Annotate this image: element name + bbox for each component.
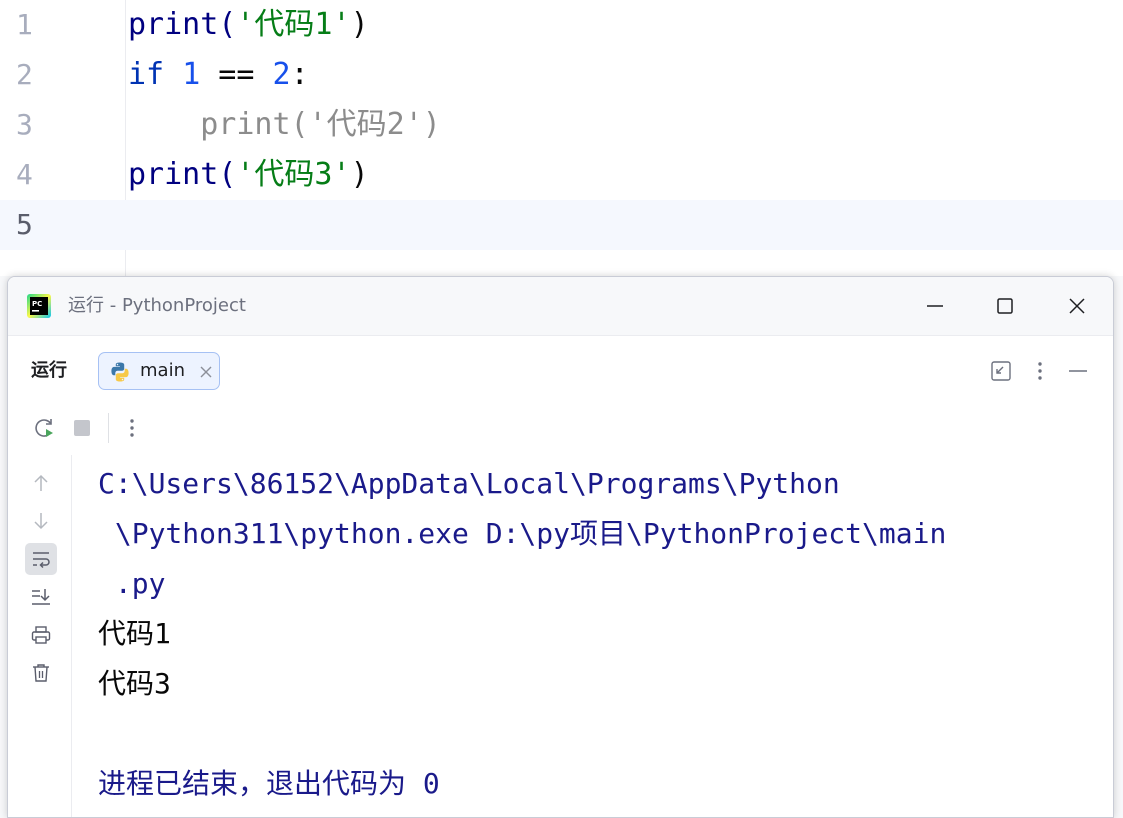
print-button[interactable] (25, 619, 57, 651)
code-token: print('代码2') (128, 107, 441, 142)
line-number: 5 (16, 208, 33, 241)
code-token: if (128, 57, 165, 92)
console-line: \Python311\python.exe D:\py项目\PythonProj… (98, 517, 947, 550)
clear-console-button[interactable] (25, 657, 57, 689)
code-token: '代码1' (236, 7, 351, 42)
maximize-button[interactable] (985, 286, 1025, 326)
stop-button[interactable] (67, 413, 97, 443)
editor-line[interactable]: 4 print('代码3') (0, 150, 1123, 200)
code-token: ) (350, 7, 369, 42)
run-tab-bar: 运行 main (8, 341, 1113, 402)
restore-layout-icon (991, 361, 1011, 381)
minimize-icon (927, 305, 943, 307)
close-window-button[interactable] (1057, 286, 1097, 326)
console-line: 代码3 (98, 667, 171, 700)
code-text: if 1 == 2: (128, 50, 309, 100)
code-text: print('代码3') (128, 150, 369, 200)
code-token: print( (128, 157, 237, 192)
scroll-down-button[interactable] (25, 505, 57, 537)
restore-layout-button[interactable] (986, 356, 1016, 386)
code-token: ) (350, 157, 369, 192)
more-vertical-icon (1038, 362, 1042, 380)
code-text: print('代码1') (128, 0, 369, 50)
tab-close-icon[interactable] (199, 364, 213, 378)
console-line: C:\Users\86152\AppData\Local\Programs\Py… (98, 467, 840, 500)
code-token: print( (128, 7, 237, 42)
hide-panel-button[interactable] (1063, 356, 1093, 386)
run-label: 运行 (31, 360, 67, 381)
code-token: 2 (272, 57, 291, 92)
code-token: == (200, 57, 273, 92)
editor-line[interactable]: 1 print('代码1') (0, 0, 1123, 50)
console-line: .py (98, 567, 166, 600)
maximize-icon (997, 298, 1013, 314)
console-line: 代码1 (98, 617, 171, 650)
close-icon (1069, 298, 1085, 314)
run-tool-window: PC 运行 - PythonProject 运行 main C:\Users\8… (7, 276, 1114, 818)
trash-icon (33, 664, 49, 682)
line-number: 1 (16, 8, 33, 41)
scroll-up-button[interactable] (25, 467, 57, 499)
line-number: 4 (16, 158, 33, 191)
toolbar-more-button[interactable] (117, 413, 147, 443)
hide-icon (1069, 370, 1087, 372)
console-output[interactable]: C:\Users\86152\AppData\Local\Programs\Py… (72, 455, 1113, 817)
arrow-down-icon (34, 513, 48, 530)
code-text: print('代码2') (128, 100, 441, 150)
editor-line[interactable]: 3 print('代码2') (0, 100, 1123, 150)
scroll-to-end-icon (32, 589, 50, 605)
svg-text:PC: PC (32, 300, 42, 308)
scroll-to-end-button[interactable] (25, 581, 57, 613)
print-icon (31, 626, 51, 644)
minimize-button[interactable] (915, 286, 955, 326)
run-window-titlebar[interactable]: PC 运行 - PythonProject (8, 277, 1113, 336)
pycharm-icon: PC (27, 294, 51, 318)
editor-line[interactable]: 2 if 1 == 2: (0, 50, 1123, 100)
code-token: : (290, 57, 309, 92)
tab-main[interactable]: main (98, 352, 220, 390)
toolbar-separator (108, 413, 109, 443)
soft-wrap-icon (33, 552, 50, 569)
python-icon (109, 361, 131, 383)
more-vertical-icon (130, 419, 134, 437)
more-options-button[interactable] (1025, 356, 1055, 386)
rerun-button[interactable] (29, 413, 59, 443)
code-editor[interactable]: 1 print('代码1') 2 if 1 == 2: 3 print('代码2') 4 p… (0, 0, 1123, 276)
stop-icon (74, 420, 90, 436)
line-number: 3 (16, 108, 33, 141)
line-number: 2 (16, 58, 33, 91)
window-title: 运行 - PythonProject (68, 295, 246, 316)
editor-line[interactable]: 5 (0, 200, 1123, 250)
code-token: 1 (182, 57, 201, 92)
run-toolbar (8, 401, 1113, 456)
console-line: 进程已结束，退出代码为 0 (98, 767, 440, 800)
arrow-up-icon (34, 474, 48, 491)
rerun-icon (35, 419, 53, 437)
code-token: '代码3' (236, 157, 351, 192)
tab-main-label: main (140, 360, 185, 381)
console-side-toolbar (8, 455, 72, 817)
soft-wrap-button[interactable] (25, 543, 57, 575)
